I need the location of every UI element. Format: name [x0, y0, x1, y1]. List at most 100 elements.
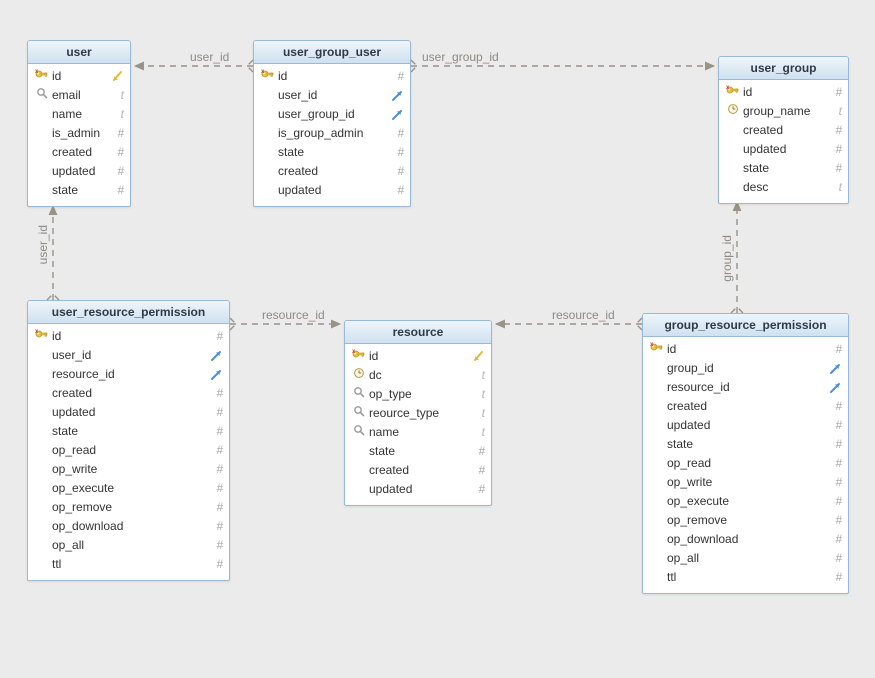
entity-header[interactable]: user_group: [719, 57, 848, 80]
entity-header[interactable]: user: [28, 41, 130, 64]
type-number-icon: #: [209, 498, 223, 517]
type-text-icon: t: [471, 366, 485, 385]
type-number-icon: #: [110, 162, 124, 181]
column-row[interactable]: op_download#: [649, 530, 842, 549]
column-row[interactable]: group_namet: [725, 102, 842, 121]
column-row[interactable]: xid#: [725, 83, 842, 102]
column-row[interactable]: updated#: [351, 480, 485, 499]
entity-group-resource-permission[interactable]: group_resource_permission xid#group_idre…: [642, 313, 849, 594]
entity-user-resource-permission[interactable]: user_resource_permission xid#user_idreso…: [27, 300, 230, 581]
column-row[interactable]: op_download#: [34, 517, 223, 536]
column-row[interactable]: updated#: [649, 416, 842, 435]
column-row[interactable]: created#: [260, 162, 404, 181]
column-row[interactable]: state#: [34, 181, 124, 200]
column-row[interactable]: dct: [351, 366, 485, 385]
column-row[interactable]: op_all#: [649, 549, 842, 568]
column-row[interactable]: is_group_admin#: [260, 124, 404, 143]
column-name: reource_type: [367, 404, 471, 423]
column-row[interactable]: created#: [725, 121, 842, 140]
column-row[interactable]: namet: [34, 105, 124, 124]
entity-header[interactable]: user_resource_permission: [28, 301, 229, 324]
column-row[interactable]: user_id: [34, 346, 223, 365]
column-row[interactable]: resource_id: [34, 365, 223, 384]
entity-columns: xid#user_idresource_idcreated#updated#st…: [28, 324, 229, 580]
column-row[interactable]: ttl#: [649, 568, 842, 587]
column-row[interactable]: is_admin#: [34, 124, 124, 143]
column-row[interactable]: op_all#: [34, 536, 223, 555]
column-name: op_write: [50, 460, 209, 479]
type-number-icon: #: [828, 473, 842, 492]
column-row[interactable]: op_write#: [34, 460, 223, 479]
column-row[interactable]: xid#: [649, 340, 842, 359]
entity-header[interactable]: resource: [345, 321, 491, 344]
column-row[interactable]: updated#: [34, 403, 223, 422]
column-row[interactable]: op_typet: [351, 385, 485, 404]
entity-user[interactable]: user xidemailtnametis_admin#created#upda…: [27, 40, 131, 207]
type-number-icon: #: [828, 530, 842, 549]
column-row[interactable]: xid#: [260, 67, 404, 86]
column-row[interactable]: namet: [351, 423, 485, 442]
clock-icon: [727, 102, 739, 121]
column-row[interactable]: op_read#: [34, 441, 223, 460]
column-row[interactable]: group_id: [649, 359, 842, 378]
column-row[interactable]: op_write#: [649, 473, 842, 492]
column-name: created: [665, 397, 828, 416]
entity-user-group[interactable]: user_group xid#group_nametcreated#update…: [718, 56, 849, 204]
entity-header[interactable]: group_resource_permission: [643, 314, 848, 337]
column-row[interactable]: ttl#: [34, 555, 223, 574]
column-row[interactable]: state#: [260, 143, 404, 162]
column-row[interactable]: xid: [351, 347, 485, 366]
entity-columns: xid#user_iduser_group_idis_group_admin#s…: [254, 64, 410, 206]
type-number-icon: #: [471, 442, 485, 461]
type-number-icon: #: [110, 181, 124, 200]
column-name: name: [50, 105, 110, 124]
column-row[interactable]: updated#: [260, 181, 404, 200]
column-row[interactable]: xid#: [34, 327, 223, 346]
entity-resource[interactable]: resource xiddctop_typetreource_typetname…: [344, 320, 492, 506]
column-row[interactable]: created#: [34, 143, 124, 162]
column-row[interactable]: user_group_id: [260, 105, 404, 124]
type-number-icon: #: [390, 181, 404, 200]
column-row[interactable]: state#: [725, 159, 842, 178]
column-row[interactable]: xid: [34, 67, 124, 86]
relationship-label: group_id: [720, 235, 734, 282]
primary-key-icon: x: [726, 83, 740, 102]
relationship-label: resource_id: [552, 308, 615, 322]
column-row[interactable]: created#: [351, 461, 485, 480]
column-row[interactable]: emailt: [34, 86, 124, 105]
foreign-key-icon: [828, 362, 842, 375]
type-number-icon: #: [471, 461, 485, 480]
type-text-icon: t: [110, 105, 124, 124]
column-name: op_remove: [50, 498, 209, 517]
clock-icon: [353, 366, 365, 385]
type-number-icon: #: [209, 555, 223, 574]
column-row[interactable]: op_execute#: [34, 479, 223, 498]
column-name: id: [367, 347, 471, 366]
type-text-icon: t: [471, 423, 485, 442]
column-row[interactable]: resource_id: [649, 378, 842, 397]
column-row[interactable]: state#: [351, 442, 485, 461]
column-name: updated: [665, 416, 828, 435]
column-name: op_remove: [665, 511, 828, 530]
primary-key-icon: x: [35, 67, 49, 86]
column-row[interactable]: state#: [649, 435, 842, 454]
column-row[interactable]: created#: [649, 397, 842, 416]
type-number-icon: #: [828, 454, 842, 473]
column-row[interactable]: user_id: [260, 86, 404, 105]
foreign-key-icon: [209, 368, 223, 381]
column-row[interactable]: op_execute#: [649, 492, 842, 511]
entity-user-group-user[interactable]: user_group_user xid#user_iduser_group_id…: [253, 40, 411, 207]
column-row[interactable]: state#: [34, 422, 223, 441]
entity-header[interactable]: user_group_user: [254, 41, 410, 64]
column-row[interactable]: updated#: [725, 140, 842, 159]
column-row[interactable]: op_remove#: [649, 511, 842, 530]
column-row[interactable]: op_remove#: [34, 498, 223, 517]
column-row[interactable]: updated#: [34, 162, 124, 181]
column-row[interactable]: op_read#: [649, 454, 842, 473]
column-row[interactable]: reource_typet: [351, 404, 485, 423]
column-row[interactable]: created#: [34, 384, 223, 403]
type-text-icon: t: [471, 385, 485, 404]
relationship-label: user_id: [190, 50, 229, 64]
column-row[interactable]: desct: [725, 178, 842, 197]
column-name: is_admin: [50, 124, 110, 143]
